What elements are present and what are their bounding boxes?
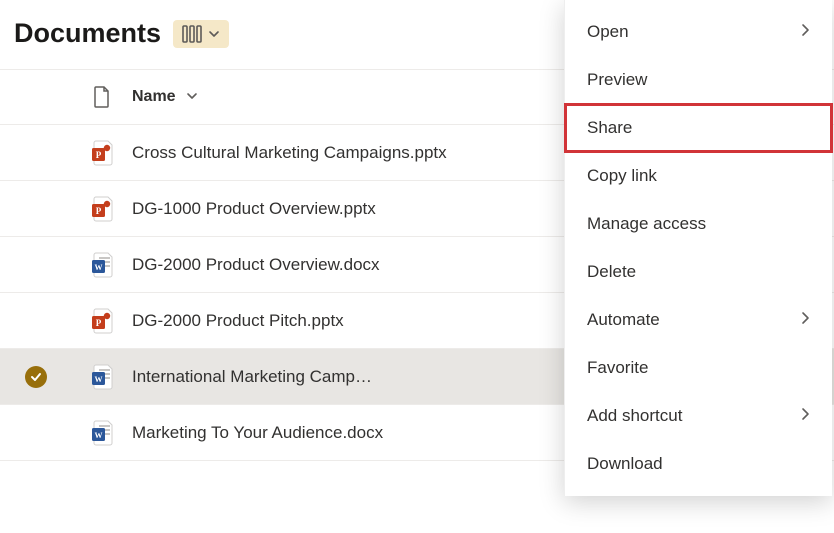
file-name[interactable]: DG-2000 Product Pitch.pptx	[132, 311, 344, 331]
file-type-column-icon[interactable]	[72, 86, 132, 108]
menu-preview[interactable]: Preview	[565, 56, 832, 104]
menu-add-shortcut[interactable]: Add shortcut	[565, 392, 832, 440]
menu-share-label: Share	[587, 118, 632, 138]
svg-text:P: P	[96, 150, 102, 160]
docx-file-icon: W	[72, 251, 132, 279]
menu-add-shortcut-label: Add shortcut	[587, 406, 682, 426]
menu-favorite[interactable]: Favorite	[565, 344, 832, 392]
docx-file-icon: W	[72, 363, 132, 391]
svg-text:P: P	[96, 206, 102, 216]
menu-automate[interactable]: Automate	[565, 296, 832, 344]
menu-delete[interactable]: Delete	[565, 248, 832, 296]
menu-automate-label: Automate	[587, 310, 660, 330]
menu-open-label: Open	[587, 22, 629, 42]
menu-copy-link[interactable]: Copy link	[565, 152, 832, 200]
chevron-down-icon	[208, 28, 220, 40]
row-select-checkmark[interactable]	[25, 366, 47, 388]
columns-icon	[182, 25, 202, 43]
pptx-file-icon: P	[72, 195, 132, 223]
chevron-right-icon	[800, 310, 810, 330]
file-name[interactable]: Marketing To Your Audience.docx	[132, 423, 383, 443]
svg-text:W: W	[95, 375, 103, 384]
menu-download-label: Download	[587, 454, 663, 474]
menu-download[interactable]: Download	[565, 440, 832, 488]
menu-share[interactable]: Share	[565, 104, 832, 152]
menu-open[interactable]: Open	[565, 8, 832, 56]
pptx-file-icon: P	[72, 307, 132, 335]
menu-copy-link-label: Copy link	[587, 166, 657, 186]
chevron-right-icon	[800, 406, 810, 426]
file-name[interactable]: International Marketing Camp…	[132, 367, 372, 387]
menu-favorite-label: Favorite	[587, 358, 648, 378]
file-name[interactable]: DG-1000 Product Overview.pptx	[132, 199, 376, 219]
svg-text:W: W	[95, 263, 103, 272]
chevron-down-icon	[186, 89, 198, 105]
menu-delete-label: Delete	[587, 262, 636, 282]
file-name[interactable]: DG-2000 Product Overview.docx	[132, 255, 380, 275]
docx-file-icon: W	[72, 419, 132, 447]
pptx-file-icon: P	[72, 139, 132, 167]
page-title: Documents	[14, 18, 161, 49]
file-name[interactable]: Cross Cultural Marketing Campaigns.pptx	[132, 143, 447, 163]
svg-text:P: P	[96, 318, 102, 328]
menu-manage-access-label: Manage access	[587, 214, 706, 234]
menu-preview-label: Preview	[587, 70, 647, 90]
chevron-right-icon	[800, 22, 810, 42]
svg-text:W: W	[95, 431, 103, 440]
menu-manage-access[interactable]: Manage access	[565, 200, 832, 248]
view-switcher[interactable]	[173, 20, 229, 48]
name-column-label: Name	[132, 88, 176, 106]
context-menu: Open Preview Share Copy link Manage acce…	[564, 0, 832, 496]
